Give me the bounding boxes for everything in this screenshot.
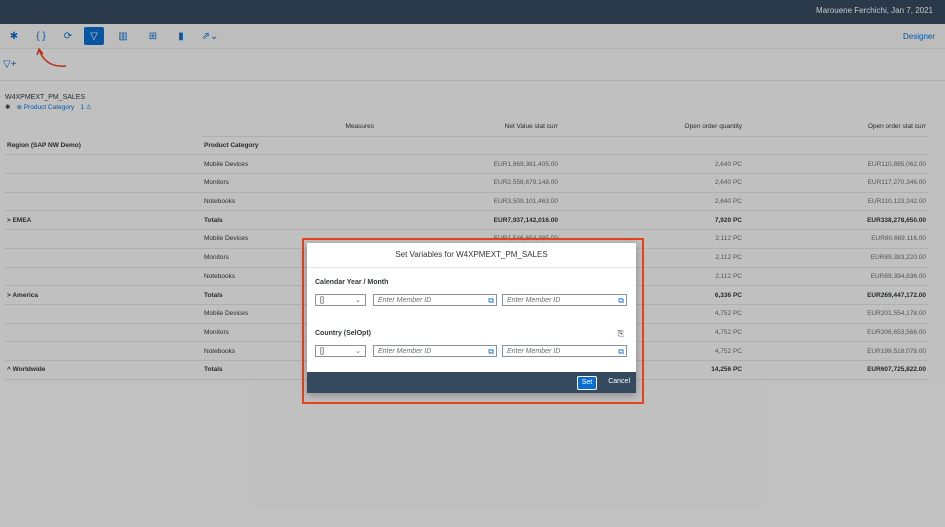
value-help-icon[interactable]: ⧉ <box>618 295 624 306</box>
member-input-high[interactable]: Enter Member ID ⧉ <box>502 294 627 306</box>
dialog-footer: Set Cancel <box>307 372 636 393</box>
chevron-down-icon: ⌄ <box>355 297 361 304</box>
value-help-icon[interactable]: ⧉ <box>488 295 494 306</box>
value-help-icon[interactable]: ⧉ <box>618 346 624 357</box>
member-input-high[interactable]: Enter Member ID ⧉ <box>502 345 627 357</box>
set-button[interactable]: Set <box>577 376 597 390</box>
set-variables-dialog: Set Variables for W4XPMEXT_PM_SALES Cale… <box>307 243 636 393</box>
copy-icon[interactable]: ⎘ <box>618 329 624 339</box>
variable-label: Calendar Year / Month <box>315 279 389 286</box>
dialog-title: Set Variables for W4XPMEXT_PM_SALES <box>307 243 636 268</box>
member-input-low[interactable]: Enter Member ID ⧉ <box>373 345 497 357</box>
member-input-low[interactable]: Enter Member ID ⧉ <box>373 294 497 306</box>
variable-label: Country (SelOpt) <box>315 330 371 337</box>
operator-select[interactable]: [] ⌄ <box>315 345 366 357</box>
chevron-down-icon: ⌄ <box>355 348 361 355</box>
operator-select[interactable]: [] ⌄ <box>315 294 366 306</box>
cancel-button[interactable]: Cancel <box>608 376 630 388</box>
value-help-icon[interactable]: ⧉ <box>488 346 494 357</box>
